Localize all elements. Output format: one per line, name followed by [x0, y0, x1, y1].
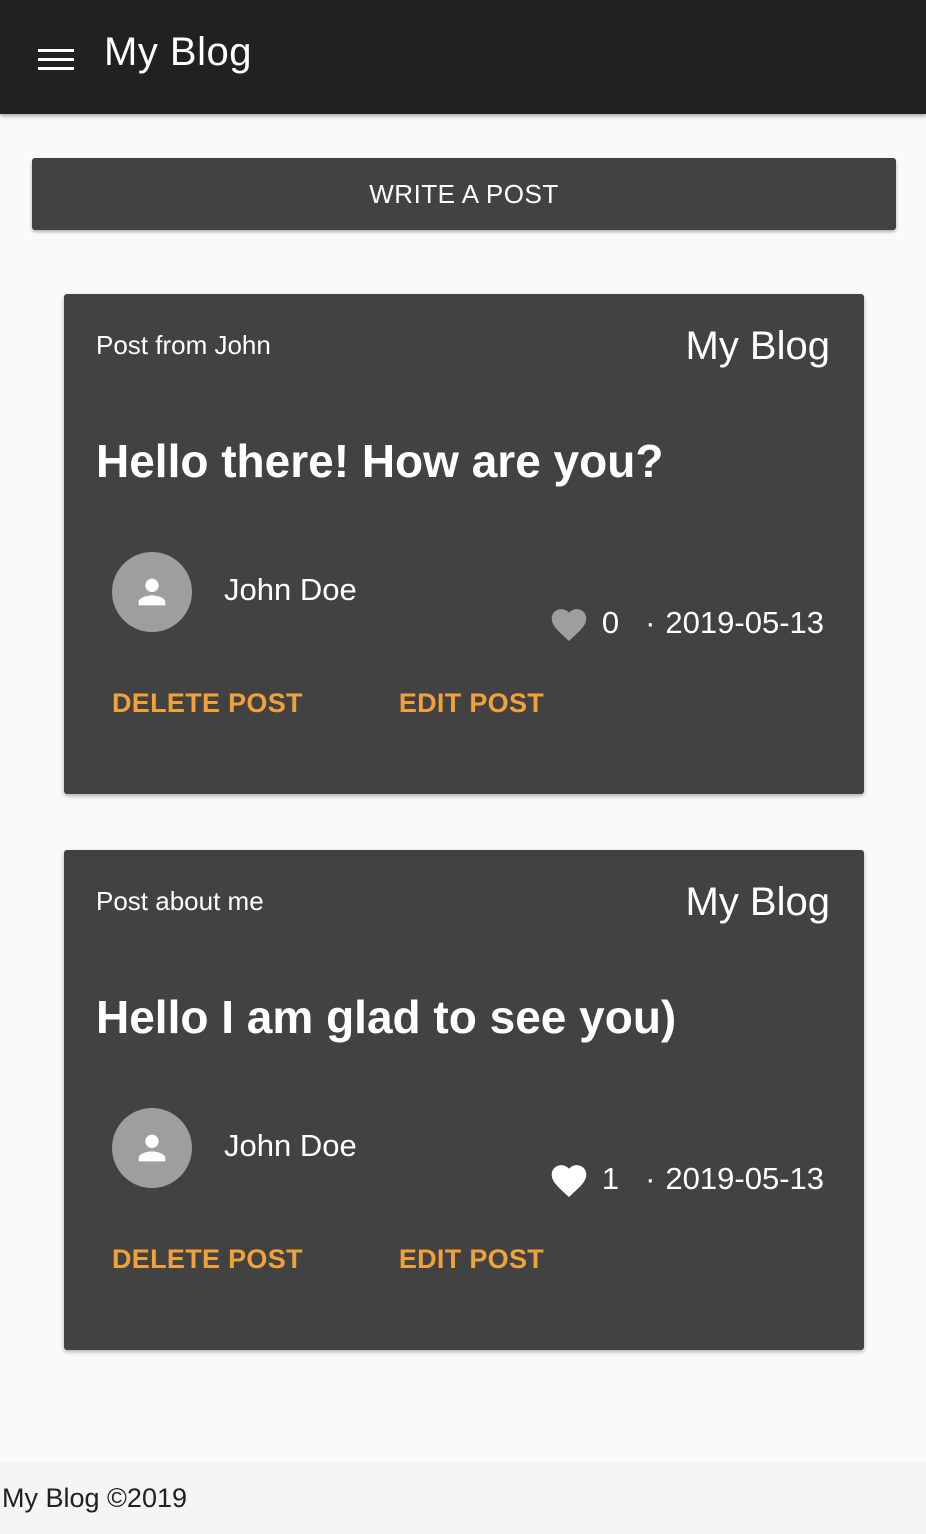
post-card: Post about me My Blog Hello I am glad to… — [64, 850, 864, 1350]
edit-post-button[interactable]: EDIT POST — [399, 688, 544, 719]
post-actions: DELETE POST EDIT POST — [112, 688, 544, 719]
post-title: Hello I am glad to see you) — [96, 991, 677, 1043]
post-meta: 0 · 2019-05-13 — [548, 604, 824, 642]
avatar — [112, 1108, 192, 1188]
edit-post-button[interactable]: EDIT POST — [399, 1244, 544, 1275]
post-author: John Doe — [224, 572, 357, 607]
footer: My Blog ©2019 — [0, 1462, 926, 1534]
person-icon — [138, 1134, 166, 1162]
post-date: 2019-05-13 — [665, 1161, 824, 1196]
menu-icon[interactable] — [30, 37, 82, 81]
person-icon — [138, 578, 166, 606]
app-bar: My Blog — [0, 0, 926, 114]
post-brand: My Blog — [685, 324, 831, 368]
app-title: My Blog — [104, 30, 252, 74]
heart-icon[interactable] — [548, 604, 590, 642]
post-brand: My Blog — [685, 880, 831, 924]
post-meta: 1 · 2019-05-13 — [548, 1160, 824, 1198]
post-subtitle: Post from John — [96, 330, 271, 360]
avatar — [112, 552, 192, 632]
like-count: 1 — [601, 1161, 620, 1196]
footer-text: My Blog ©2019 — [2, 1482, 187, 1513]
meta-separator: · — [645, 1161, 656, 1196]
like-count: 0 — [601, 605, 620, 640]
meta-separator: · — [645, 605, 656, 640]
delete-post-button[interactable]: DELETE POST — [112, 688, 303, 719]
heart-icon[interactable] — [548, 1160, 590, 1198]
post-card: Post from John My Blog Hello there! How … — [64, 294, 864, 794]
post-author: John Doe — [224, 1128, 357, 1163]
post-date: 2019-05-13 — [665, 605, 824, 640]
post-actions: DELETE POST EDIT POST — [112, 1244, 544, 1275]
delete-post-button[interactable]: DELETE POST — [112, 1244, 303, 1275]
post-subtitle: Post about me — [96, 886, 264, 916]
write-post-button[interactable]: WRITE A POST — [32, 158, 896, 230]
post-title: Hello there! How are you? — [96, 435, 664, 487]
